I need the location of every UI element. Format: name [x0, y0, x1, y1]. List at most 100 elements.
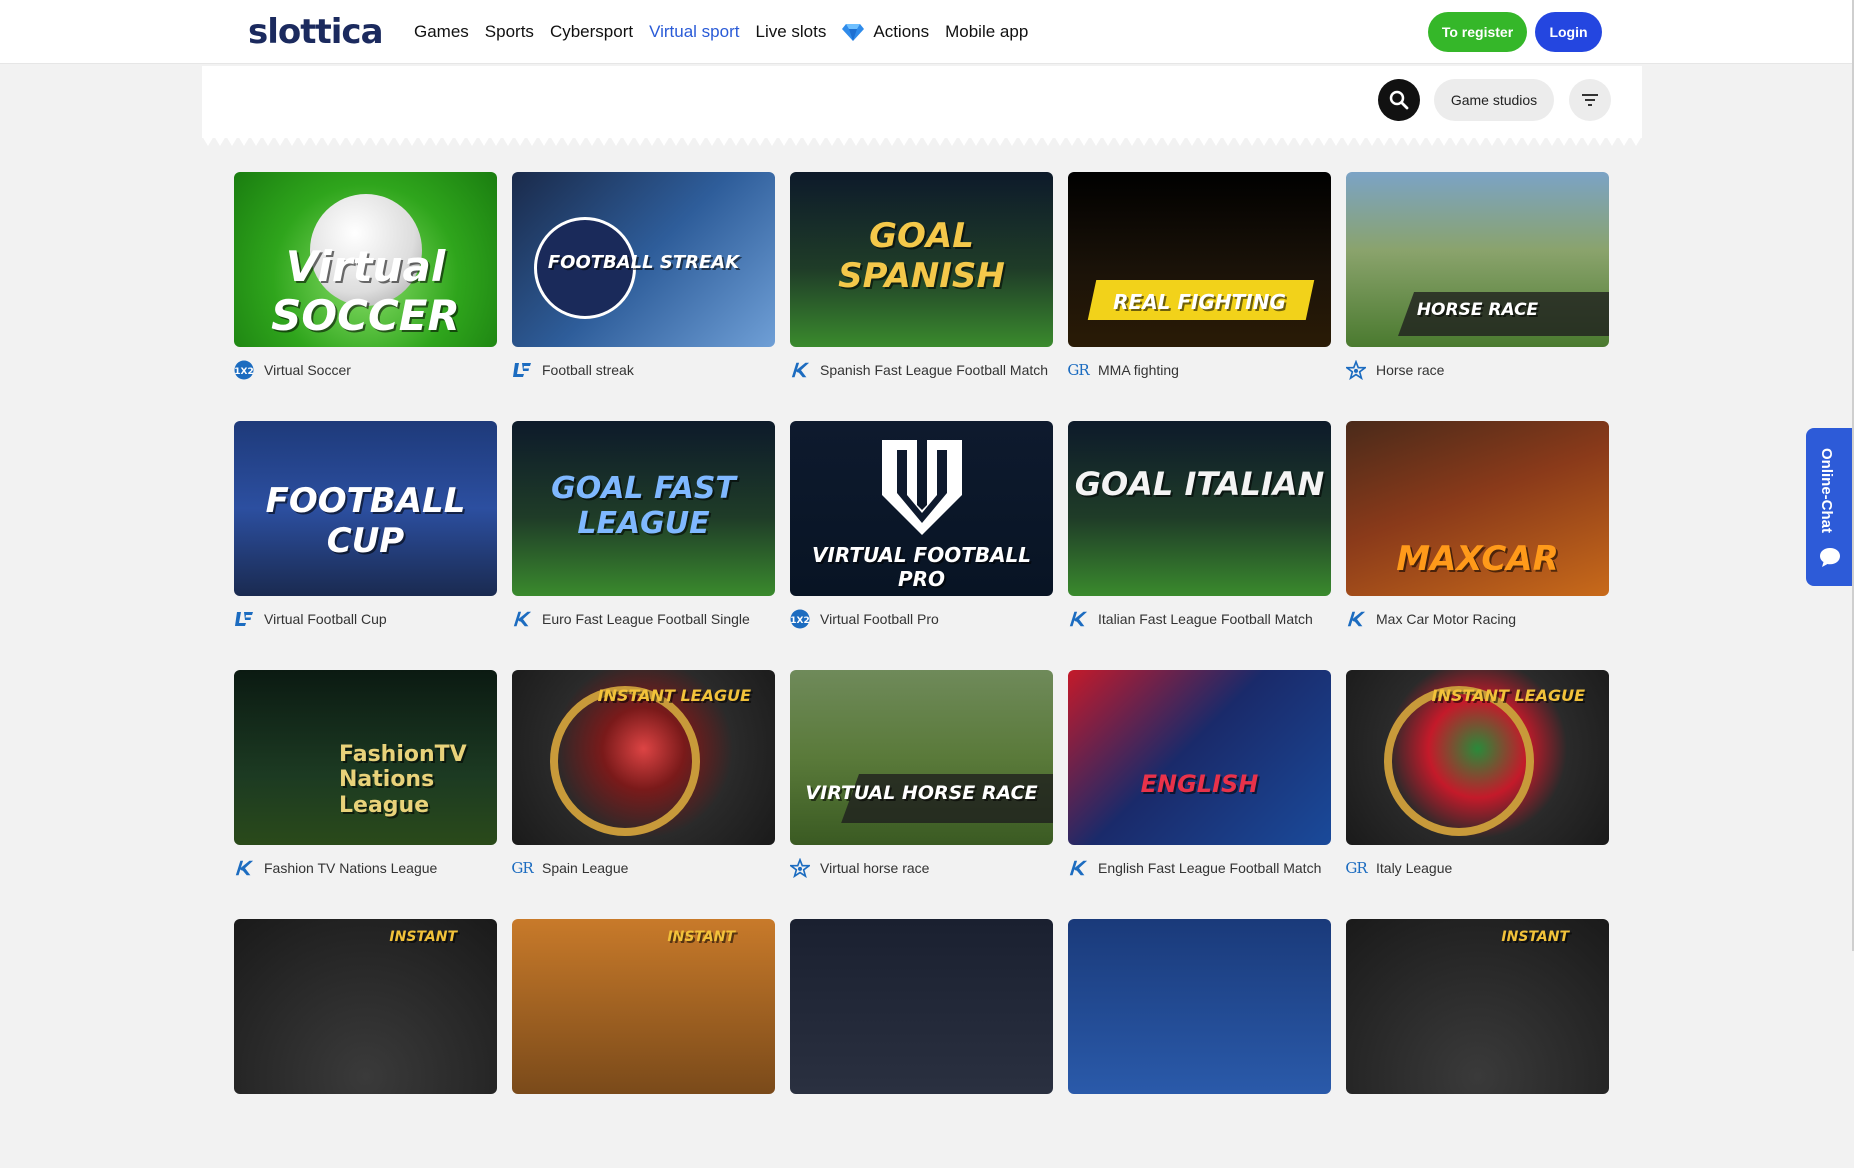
- game-name[interactable]: Italian Fast League Football Match: [1098, 611, 1313, 627]
- nav-virtual-sport[interactable]: Virtual sport: [649, 22, 739, 42]
- game-meta: Virtual horse race: [790, 858, 1053, 878]
- game-thumbnail[interactable]: FOOTBALL CUP: [234, 421, 497, 596]
- game-thumbnail[interactable]: INSTANT: [512, 919, 775, 1094]
- thumbnail-title-art: INSTANT: [389, 929, 457, 945]
- game-thumbnail[interactable]: INSTANT: [1346, 919, 1609, 1094]
- thumbnail-title-art: FOOTBALL STREAK: [547, 252, 740, 273]
- game-card[interactable]: ENGLISH English Fast League Football Matc…: [1068, 670, 1331, 919]
- game-card[interactable]: VIRTUAL HORSE RACE Virtual horse race: [790, 670, 1053, 919]
- game-thumbnail[interactable]: REAL FIGHTING: [1068, 172, 1331, 347]
- register-button[interactable]: To register: [1428, 12, 1527, 52]
- thumbnail-title-art: INSTANT: [667, 929, 735, 945]
- game-card[interactable]: GOAL SPANISH Spanish Fast League Football…: [790, 172, 1053, 421]
- instant-ring-art: [550, 686, 700, 836]
- game-card[interactable]: FOOTBALL STREAK Football streak: [512, 172, 775, 421]
- game-card[interactable]: MAXCAR Max Car Motor Racing: [1346, 421, 1609, 670]
- game-card[interactable]: INSTANT LEAGUE GR Italy League: [1345, 670, 1609, 919]
- thumbnail-title-art: INSTANT: [1501, 929, 1569, 945]
- online-chat-tab[interactable]: Online-Chat: [1806, 428, 1854, 586]
- game-thumbnail[interactable]: [1068, 919, 1331, 1094]
- provider-gr-icon: GR: [1067, 361, 1089, 379]
- game-name[interactable]: Spanish Fast League Football Match: [820, 362, 1048, 378]
- game-thumbnail[interactable]: FashionTV Nations League: [234, 670, 497, 845]
- game-name[interactable]: Horse race: [1376, 362, 1444, 378]
- game-name[interactable]: English Fast League Football Match: [1098, 860, 1321, 876]
- game-thumbnail[interactable]: INSTANT LEAGUE: [512, 670, 775, 845]
- game-thumbnail[interactable]: GOAL SPANISH: [790, 172, 1053, 347]
- game-card[interactable]: Virtual SOCCER 1X2 Virtual Soccer: [234, 172, 497, 421]
- provider-star-icon: [1346, 360, 1366, 380]
- game-card[interactable]: [1068, 919, 1331, 1168]
- login-button[interactable]: Login: [1535, 12, 1602, 52]
- game-card[interactable]: VIRTUAL FOOTBALL PRO 1X2 Virtual Football …: [790, 421, 1053, 670]
- thumbnail-title-art: REAL FIGHTING: [1113, 290, 1286, 314]
- game-studios-button[interactable]: Game studios: [1434, 79, 1554, 121]
- game-name[interactable]: Virtual Soccer: [264, 362, 351, 378]
- filter-bar: [202, 66, 1642, 138]
- game-card[interactable]: REAL FIGHTING GR MMA fighting: [1067, 172, 1331, 421]
- game-thumbnail[interactable]: GOAL FAST LEAGUE: [512, 421, 775, 596]
- nav-mobile-app-label: Mobile app: [945, 21, 1029, 41]
- game-thumbnail[interactable]: MAXCAR: [1346, 421, 1609, 596]
- game-name[interactable]: Football streak: [542, 362, 634, 378]
- game-card[interactable]: GOAL FAST LEAGUE Euro Fast League Footbal…: [512, 421, 775, 670]
- game-meta: 1X2 Virtual Soccer: [234, 360, 497, 380]
- game-thumbnail[interactable]: VIRTUAL FOOTBALL PRO: [790, 421, 1053, 596]
- game-thumbnail[interactable]: [790, 919, 1053, 1094]
- nav-cybersport[interactable]: Cybersport: [550, 22, 633, 42]
- thumbnail-title-art: VIRTUAL FOOTBALL PRO: [811, 543, 1032, 591]
- game-meta: Euro Fast League Football Single: [512, 609, 775, 629]
- game-card[interactable]: INSTANT: [512, 919, 775, 1168]
- game-card[interactable]: GOAL ITALIAN Italian Fast League Football…: [1068, 421, 1331, 670]
- game-name[interactable]: Virtual Football Pro: [820, 611, 939, 627]
- game-name[interactable]: Italy League: [1376, 860, 1452, 876]
- game-meta: English Fast League Football Match: [1068, 858, 1331, 878]
- provider-logo: [1346, 609, 1366, 629]
- main-nav: Games Sports Cybersport Virtual sport Li…: [414, 0, 1044, 63]
- game-card[interactable]: FOOTBALL CUP Virtual Football Cup: [234, 421, 497, 670]
- instant-ring-art: [1384, 686, 1534, 836]
- game-meta: Italian Fast League Football Match: [1068, 609, 1331, 629]
- game-name[interactable]: MMA fighting: [1098, 362, 1179, 378]
- thumbnail-title-art: FOOTBALL CUP: [265, 481, 466, 561]
- game-thumbnail[interactable]: ENGLISH: [1068, 670, 1331, 845]
- thumbnail-title-art: GOAL FAST LEAGUE: [551, 471, 736, 541]
- game-card[interactable]: INSTANT: [234, 919, 497, 1168]
- game-thumbnail[interactable]: FOOTBALL STREAK: [512, 172, 775, 347]
- filter-icon: [1582, 94, 1598, 106]
- game-card[interactable]: [790, 919, 1053, 1168]
- game-name[interactable]: Virtual Football Cup: [264, 611, 387, 627]
- nav-games[interactable]: Games: [414, 22, 469, 42]
- game-meta: GR MMA fighting: [1067, 360, 1331, 380]
- nav-mobile-app[interactable]: Mobile app: [945, 22, 1028, 42]
- game-card[interactable]: FashionTV Nations League Fashion TV Natio…: [234, 670, 497, 919]
- provider-logo: 1X2: [790, 609, 810, 629]
- zigzag-divider: [202, 136, 1642, 146]
- game-thumbnail[interactable]: HORSE RACE: [1346, 172, 1609, 347]
- thumbnail-title-art: VIRTUAL HORSE RACE: [805, 782, 1038, 804]
- nav-sports[interactable]: Sports: [485, 22, 534, 42]
- svg-text:1X2: 1X2: [234, 367, 253, 377]
- game-name[interactable]: Spain League: [542, 860, 628, 876]
- game-thumbnail[interactable]: GOAL ITALIAN: [1068, 421, 1331, 596]
- nav-virtual-sport-label: Virtual sport: [649, 21, 740, 41]
- game-thumbnail[interactable]: Virtual SOCCER: [234, 172, 497, 347]
- game-name[interactable]: Euro Fast League Football Single: [542, 611, 750, 627]
- game-card[interactable]: INSTANT: [1346, 919, 1609, 1168]
- game-thumbnail[interactable]: INSTANT: [234, 919, 497, 1094]
- game-name[interactable]: Virtual horse race: [820, 860, 929, 876]
- provider-le-icon: [513, 363, 531, 377]
- game-card[interactable]: INSTANT LEAGUE GR Spain League: [511, 670, 775, 919]
- game-card[interactable]: HORSE RACE Horse race: [1346, 172, 1609, 421]
- game-thumbnail[interactable]: VIRTUAL HORSE RACE: [790, 670, 1053, 845]
- game-name[interactable]: Fashion TV Nations League: [264, 860, 437, 876]
- game-name[interactable]: Max Car Motor Racing: [1376, 611, 1516, 627]
- nav-actions[interactable]: Actions: [842, 22, 929, 42]
- provider-logo: [512, 360, 532, 380]
- game-thumbnail[interactable]: INSTANT LEAGUE: [1346, 670, 1609, 845]
- provider-gr-icon: GR: [1345, 859, 1367, 877]
- filter-button[interactable]: [1569, 79, 1611, 121]
- search-button[interactable]: [1378, 79, 1420, 121]
- nav-live-slots[interactable]: Live slots: [755, 22, 826, 42]
- site-logo[interactable]: slottica: [248, 10, 384, 54]
